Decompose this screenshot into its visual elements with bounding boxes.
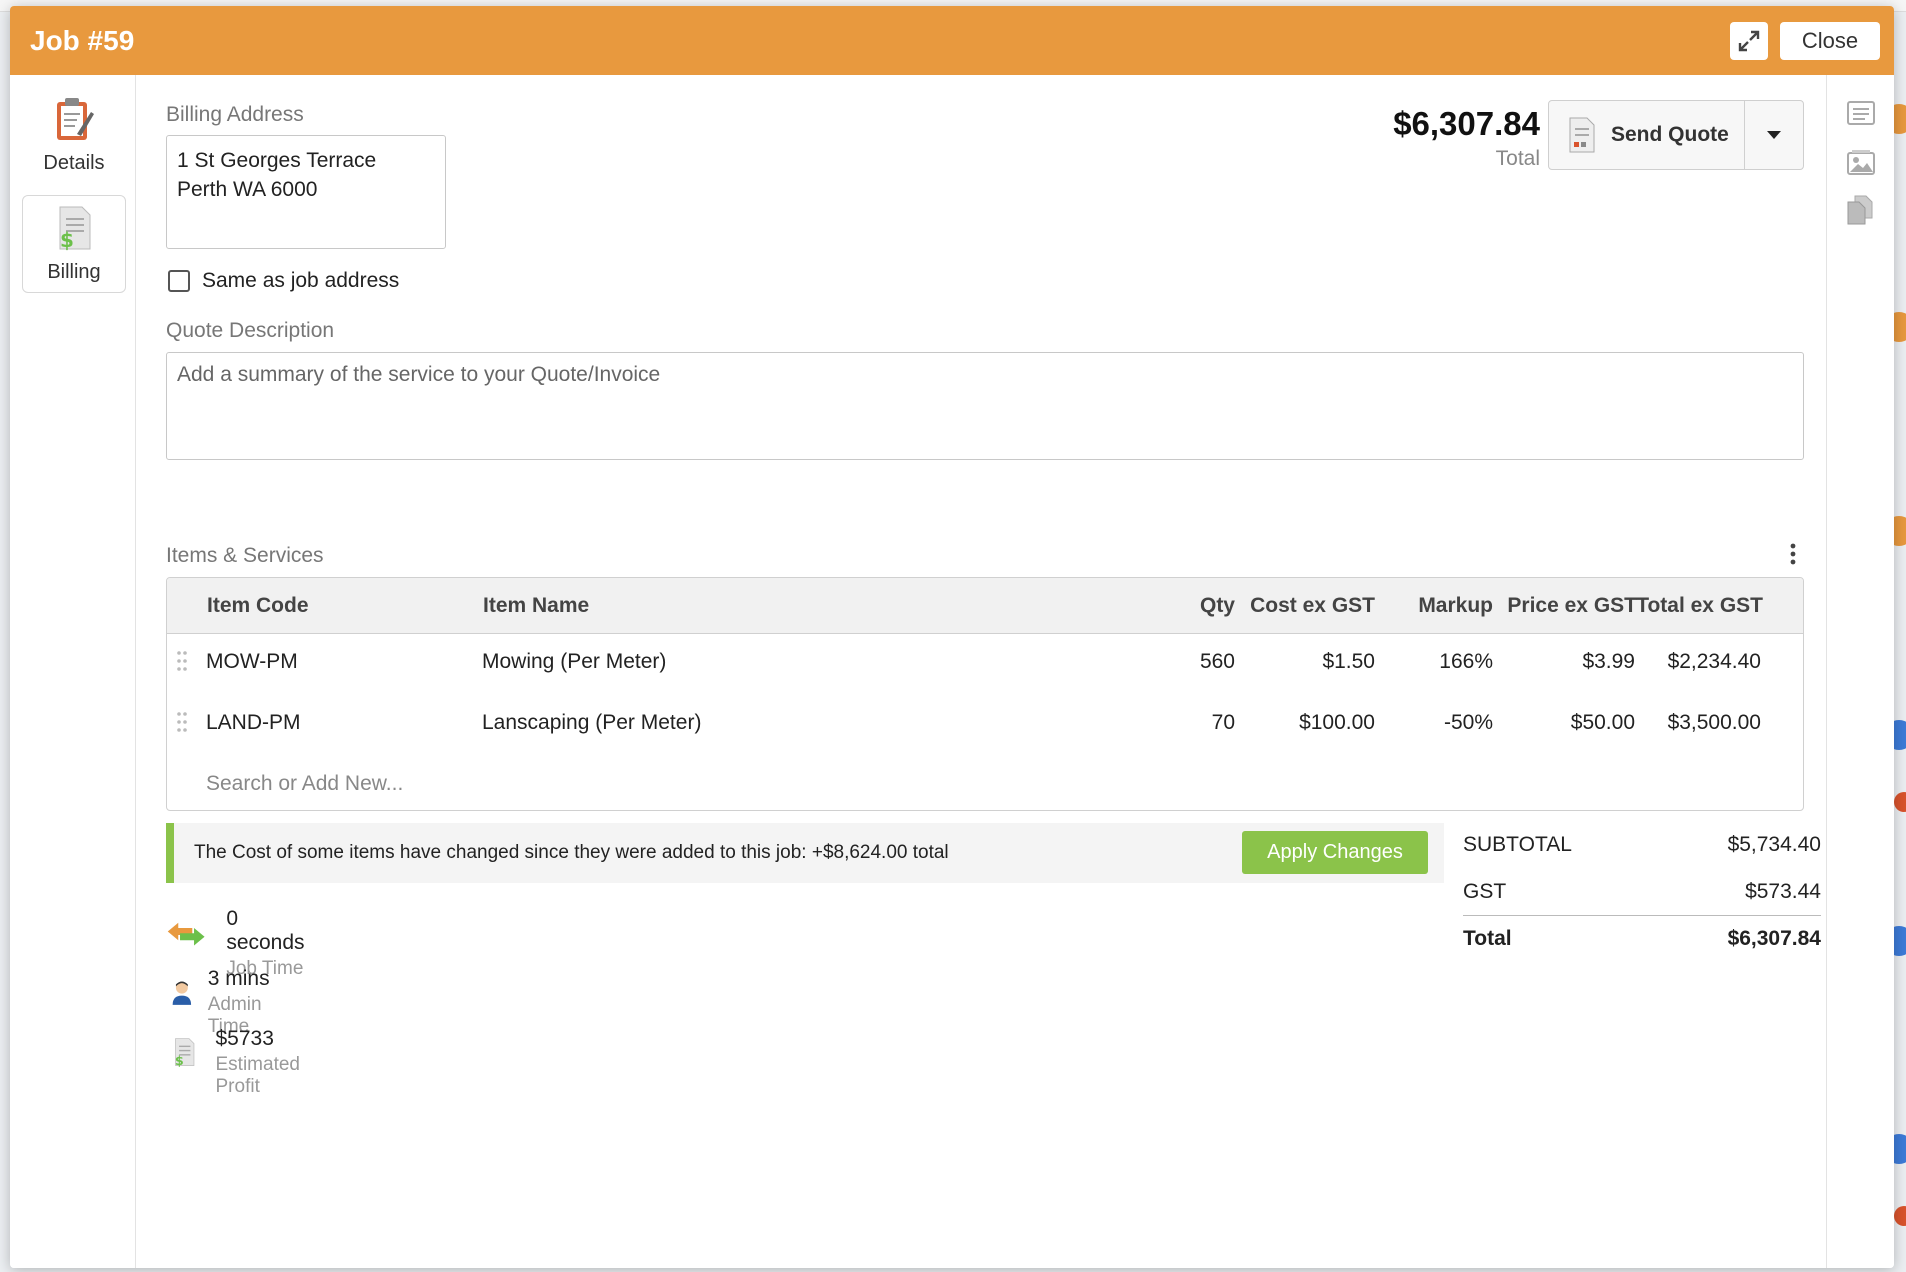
items-services-label: Items & Services — [166, 544, 324, 567]
same-as-job-checkbox[interactable] — [168, 270, 190, 292]
cell-item-code: MOW-PM — [206, 650, 298, 673]
cell-qty: 560 — [1199, 650, 1235, 673]
total-value: $6,307.84 — [1727, 927, 1821, 950]
drag-handle-icon[interactable] — [177, 711, 187, 733]
total-amount: $6,307.84 — [1393, 105, 1540, 142]
left-nav: Details $ Billing — [10, 75, 136, 1268]
quote-description-label: Quote Description — [166, 319, 335, 342]
cell-price: $3.99 — [1582, 650, 1635, 673]
total-caption: Total — [1495, 147, 1540, 170]
cost-change-notice: The Cost of some items have changed sinc… — [166, 823, 1444, 883]
modal-title: Job #59 — [30, 24, 135, 56]
billing-document-icon: $ — [59, 206, 91, 251]
cell-markup: 166% — [1439, 650, 1493, 673]
cell-item-name: Lanscaping (Per Meter) — [482, 711, 702, 734]
quote-document-icon — [1569, 117, 1595, 153]
table-row[interactable]: MOW-PM Mowing (Per Meter) 560 $1.50 166%… — [167, 634, 1803, 695]
photos-icon — [1847, 150, 1875, 175]
notice-text: The Cost of some items have changed sinc… — [194, 842, 949, 863]
background-badge-red — [1894, 1206, 1906, 1226]
arrows-icon — [167, 922, 205, 946]
subtotal-label: SUBTOTAL — [1463, 832, 1572, 856]
column-cost: Cost ex GST — [1250, 594, 1375, 617]
clipboard-icon — [57, 98, 94, 140]
cell-markup: -50% — [1443, 711, 1493, 734]
send-quote-split-button: Send Quote — [1548, 100, 1804, 170]
nav-item-label: Billing — [47, 261, 101, 283]
caret-down-icon — [1767, 131, 1781, 139]
same-as-job-label: Same as job address — [202, 269, 400, 292]
job-modal: Job #59 Close Details $ Billing Billing … — [10, 6, 1894, 1268]
address-line-2: Perth WA 6000 — [177, 178, 318, 201]
gst-value: $573.44 — [1745, 879, 1821, 903]
nav-item-billing[interactable]: $ Billing — [22, 195, 126, 293]
search-add-item-input[interactable]: Search or Add New... — [206, 772, 403, 796]
quote-description-input[interactable]: Add a summary of the service to your Quo… — [166, 352, 1804, 460]
address-line-1: 1 St Georges Terrace — [177, 149, 377, 172]
expand-button[interactable] — [1730, 22, 1768, 60]
nav-item-label: Details — [43, 152, 105, 174]
apply-changes-button[interactable]: Apply Changes — [1242, 831, 1428, 874]
same-as-job-row: Same as job address — [168, 269, 399, 293]
gst-label: GST — [1463, 879, 1507, 903]
billing-address-label: Billing Address — [166, 103, 304, 126]
total-label: Total — [1463, 927, 1512, 950]
send-quote-button[interactable]: Send Quote — [1549, 101, 1745, 169]
table-header: Item Code Item Name Qty Cost ex GST Mark… — [167, 578, 1803, 634]
modal-header: Job #59 Close — [10, 6, 1894, 75]
copy-button[interactable] — [1847, 195, 1873, 230]
nav-item-details[interactable]: Details — [22, 85, 126, 183]
send-quote-dropdown[interactable] — [1745, 130, 1803, 140]
column-price: Price ex GST — [1507, 594, 1637, 617]
column-total: Total ex GST — [1636, 594, 1763, 617]
notes-button[interactable] — [1847, 101, 1875, 130]
profit-document-icon: $ — [175, 1038, 195, 1069]
cell-qty: 70 — [1211, 711, 1235, 734]
cell-cost: $100.00 — [1299, 711, 1375, 734]
kebab-menu-icon — [1790, 543, 1796, 565]
stat-caption: Estimated Profit — [215, 1054, 300, 1097]
notes-icon — [1847, 101, 1875, 125]
cell-item-code: LAND-PM — [206, 711, 301, 734]
right-rail — [1826, 75, 1894, 1268]
stat-value: 3 mins — [207, 967, 270, 990]
send-quote-label: Send Quote — [1611, 123, 1729, 146]
cell-cost: $1.50 — [1322, 650, 1375, 673]
close-button[interactable]: Close — [1780, 22, 1880, 60]
svg-text:$: $ — [175, 1054, 184, 1069]
svg-text:$: $ — [60, 228, 74, 251]
subtotal-value: $5,734.40 — [1727, 832, 1821, 856]
cell-item-name: Mowing (Per Meter) — [482, 650, 667, 673]
background-badge-red — [1894, 792, 1906, 812]
expand-icon — [1738, 30, 1760, 52]
stat-estimated-profit: $ $5733 Estimated Profit — [166, 1027, 310, 1098]
table-row[interactable]: LAND-PM Lanscaping (Per Meter) 70 $100.0… — [167, 695, 1803, 756]
total-summary: $6,307.84 Total — [1393, 105, 1540, 171]
billing-panel: Billing Address 1 St Georges Terrace Per… — [136, 75, 1826, 1268]
cell-price: $50.00 — [1570, 711, 1635, 734]
gst-row: GST $573.44 — [1463, 868, 1821, 915]
cell-total: $3,500.00 — [1667, 711, 1761, 734]
column-qty: Qty — [1199, 594, 1235, 617]
cell-total: $2,234.40 — [1667, 650, 1761, 673]
total-row: Total $6,307.84 — [1463, 915, 1821, 962]
items-table: Item Code Item Name Qty Cost ex GST Mark… — [166, 577, 1804, 811]
subtotal-row: SUBTOTAL $5,734.40 — [1463, 821, 1821, 868]
billing-address-field[interactable]: 1 St Georges Terrace Perth WA 6000 — [166, 135, 446, 249]
stat-value: $5733 — [215, 1027, 274, 1050]
person-icon — [172, 981, 192, 1005]
copy-documents-icon — [1847, 195, 1873, 225]
drag-handle-icon[interactable] — [177, 650, 187, 672]
totals-summary: SUBTOTAL $5,734.40 GST $573.44 Total $6,… — [1463, 821, 1821, 962]
photos-button[interactable] — [1847, 149, 1875, 180]
stat-value: 0 seconds — [226, 907, 305, 954]
column-item-code: Item Code — [207, 594, 309, 617]
items-menu-button[interactable] — [1790, 543, 1796, 570]
column-markup: Markup — [1418, 594, 1493, 617]
column-item-name: Item Name — [483, 594, 590, 617]
